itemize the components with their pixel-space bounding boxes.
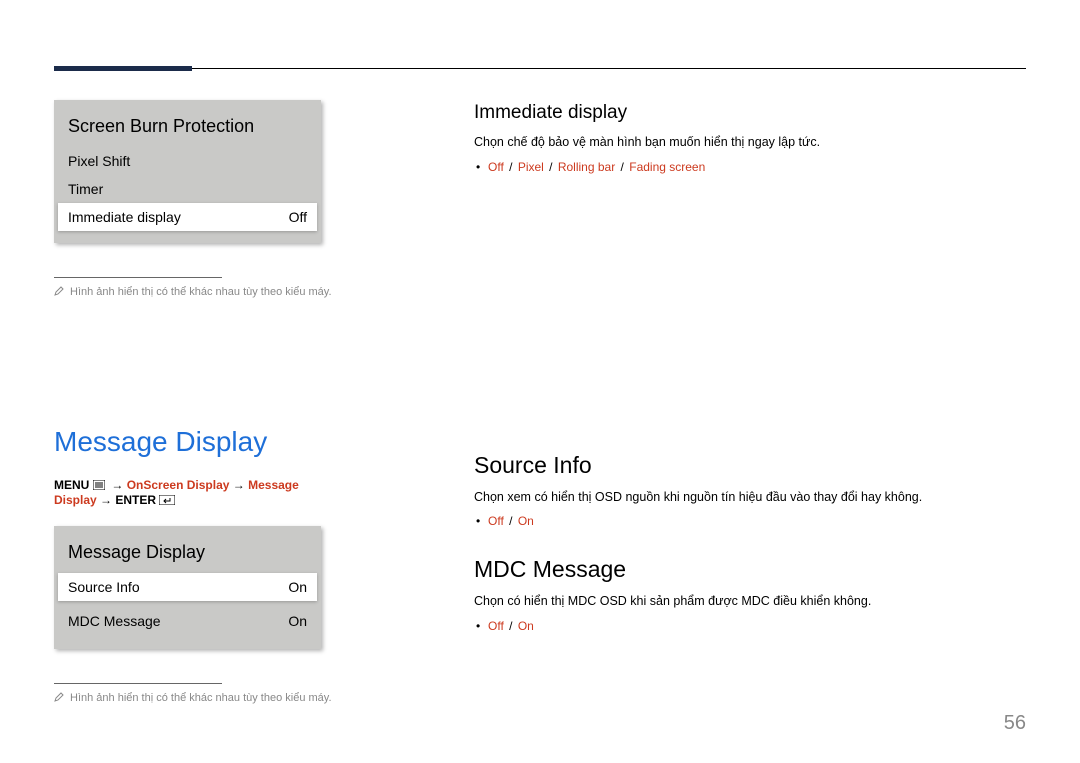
row-label: Timer — [68, 181, 103, 197]
enter-icon — [159, 494, 175, 508]
panel-row-source-info[interactable]: Source Info On — [58, 573, 317, 601]
footnote-text: Hình ảnh hiển thị có thể khác nhau tùy t… — [70, 692, 332, 704]
panel-row-pixel-shift[interactable]: Pixel Shift — [54, 147, 321, 175]
footnote: Hình ảnh hiển thị có thể khác nhau tùy t… — [54, 286, 344, 298]
source-info-desc: Chọn xem có hiển thị OSD nguồn khi nguồn… — [474, 489, 1026, 507]
opt: On — [518, 619, 534, 633]
content-area: Screen Burn Protection Pixel Shift Timer… — [54, 100, 1026, 704]
opt: Off — [488, 514, 504, 528]
header-tab — [54, 66, 192, 71]
pencil-icon — [54, 286, 64, 296]
panel-row-immediate-display[interactable]: Immediate display Off — [58, 203, 317, 231]
section-heading: Message Display — [54, 426, 344, 458]
panel-row-mdc-message[interactable]: MDC Message On — [54, 607, 321, 643]
breadcrumb-menu: MENU — [54, 478, 89, 492]
breadcrumb-part1: OnScreen Display — [127, 478, 230, 492]
immediate-display-options: Off / Pixel / Rolling bar / Fading scree… — [488, 160, 1026, 174]
opt: Pixel — [518, 160, 544, 174]
footnote: Hình ảnh hiển thị có thể khác nhau tùy t… — [54, 692, 344, 704]
immediate-display-heading: Immediate display — [474, 102, 1026, 124]
panel-title: Screen Burn Protection — [54, 100, 321, 147]
row-value: Off — [289, 209, 307, 225]
opt: Off — [488, 619, 504, 633]
note-separator — [54, 683, 222, 684]
row-label: MDC Message — [68, 613, 161, 629]
row-value: On — [288, 613, 307, 629]
row-label: Pixel Shift — [68, 153, 130, 169]
page-number: 56 — [1004, 712, 1026, 735]
mdc-message-desc: Chọn có hiển thị MDC OSD khi sản phẩm đư… — [474, 593, 1026, 611]
row-label: Source Info — [68, 579, 140, 595]
header-rule — [54, 68, 1026, 69]
left-column: Screen Burn Protection Pixel Shift Timer… — [54, 100, 344, 704]
right-column: Immediate display Chọn chế độ bảo vệ màn… — [474, 100, 1026, 704]
panel-row-timer[interactable]: Timer — [54, 175, 321, 203]
panel-title: Message Display — [54, 526, 321, 573]
message-display-panel: Message Display Source Info On MDC Messa… — [54, 526, 321, 649]
note-separator — [54, 277, 222, 278]
mdc-message-heading: MDC Message — [474, 556, 1026, 583]
opt: Fading screen — [629, 160, 705, 174]
opt: On — [518, 514, 534, 528]
immediate-display-desc: Chọn chế độ bảo vệ màn hình bạn muốn hiể… — [474, 134, 1026, 152]
breadcrumb-enter: ENTER — [115, 493, 156, 507]
opt: Rolling bar — [558, 160, 615, 174]
mdc-message-options: Off / On — [488, 619, 1026, 633]
source-info-options: Off / On — [488, 514, 1026, 528]
menu-icon — [93, 479, 105, 493]
menu-breadcrumb: MENU → OnScreen Display → Message Displa… — [54, 478, 344, 508]
source-info-heading: Source Info — [474, 452, 1026, 479]
row-label: Immediate display — [68, 209, 181, 225]
footnote-text: Hình ảnh hiển thị có thể khác nhau tùy t… — [70, 286, 332, 298]
row-value: On — [288, 579, 307, 595]
opt: Off — [488, 160, 504, 174]
pencil-icon — [54, 692, 64, 702]
screen-burn-protection-panel: Screen Burn Protection Pixel Shift Timer… — [54, 100, 321, 243]
